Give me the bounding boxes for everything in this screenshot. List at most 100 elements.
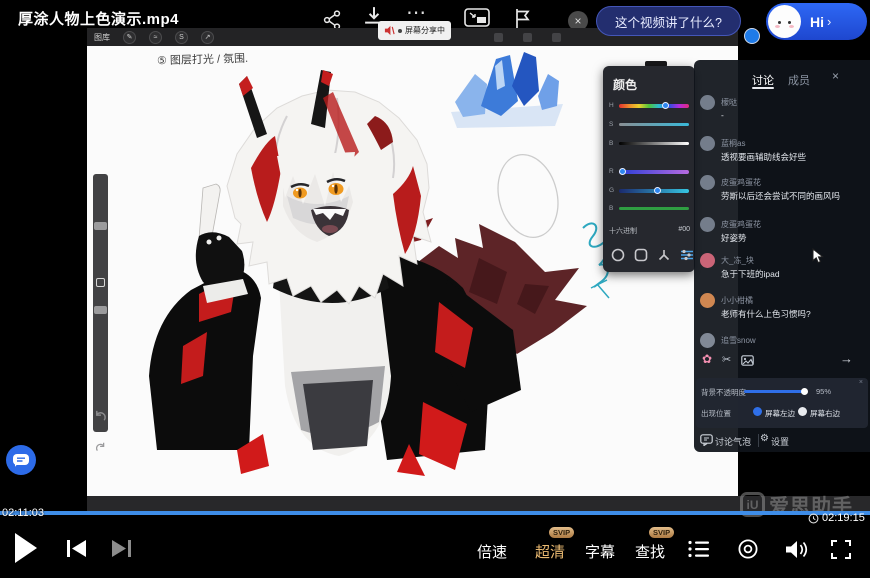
redo-icon[interactable]: [95, 442, 106, 453]
scissors-icon[interactable]: ✂: [722, 353, 731, 366]
opacity-slider-knob[interactable]: [801, 388, 808, 395]
avatar: [700, 293, 715, 308]
chat-close-button[interactable]: ×: [832, 69, 839, 83]
red-knob[interactable]: [619, 168, 626, 175]
assistant-avatar: [768, 5, 801, 38]
active-tab-underline: [752, 87, 774, 89]
modify-button[interactable]: [96, 278, 105, 287]
settings-close-icon[interactable]: ×: [859, 379, 863, 386]
gear-icon[interactable]: ⚙: [760, 433, 769, 444]
procreate-sidebar: [93, 174, 108, 432]
video-title: 厚涂人物上色演示.mp4: [18, 8, 179, 29]
sketch-ellipse: [490, 148, 567, 244]
classic-mode-icon[interactable]: [634, 248, 648, 262]
total-time: 02:19:15: [822, 512, 865, 524]
chat-panel: 讨论 成员 × 檬哒 - 蓝桐as 透视要画辅助线会好些 皮蛋鸡蛋花 劳斯以后还…: [694, 60, 870, 452]
quality-button[interactable]: 超清: [535, 541, 565, 562]
crystal-sketch: [451, 52, 563, 128]
mouse-cursor: [812, 248, 824, 264]
fullscreen-icon[interactable]: [831, 540, 851, 559]
avatar: [700, 95, 715, 110]
emoji-flower-icon[interactable]: ✿: [702, 352, 712, 366]
hue-knob[interactable]: [662, 102, 669, 109]
transform-tool-icon[interactable]: ↗: [201, 31, 214, 44]
assistant-greeting: Hi: [810, 14, 824, 30]
hex-value: #00: [678, 226, 690, 233]
avatar: [700, 136, 715, 151]
brush-size-slider[interactable]: [94, 222, 107, 230]
svip-badge: SVIP: [549, 527, 574, 538]
record-icon[interactable]: [737, 538, 759, 560]
ai-question-bubble[interactable]: 这个视频讲了什么?: [596, 6, 741, 36]
brightness-slider[interactable]: B: [603, 140, 695, 148]
volume-icon[interactable]: [785, 540, 808, 559]
next-button[interactable]: [110, 540, 132, 557]
brush-opacity-slider[interactable]: [94, 306, 107, 314]
handwritten-note: ⑤ 图层打光 / 氛围.: [157, 50, 249, 68]
settings-button[interactable]: 设置: [771, 435, 789, 448]
clock-icon: [808, 513, 819, 524]
saturation-slider[interactable]: S: [603, 121, 695, 129]
color-panel: 颜色 H S B R G B 十六进制 #00: [603, 66, 695, 272]
subtitles-button[interactable]: 字幕: [585, 541, 615, 562]
opacity-slider[interactable]: [744, 390, 808, 393]
speed-button[interactable]: 倍速: [477, 541, 507, 562]
share-icon: [322, 10, 342, 30]
screen-left-label[interactable]: 屏幕左边: [765, 408, 795, 419]
playlist-icon[interactable]: [688, 540, 710, 558]
share-tooltip-label: 屏幕分享中: [405, 25, 445, 36]
color-disc-icon[interactable]: [611, 248, 625, 262]
avatar: [700, 253, 715, 268]
avatar: [700, 217, 715, 232]
ai-question-text: 这个视频讲了什么?: [615, 12, 722, 31]
danmaku-settings-card: × 背景不透明度 95% 出现位置 屏幕左边 屏幕右边: [696, 378, 868, 428]
send-arrow-icon[interactable]: →: [840, 351, 853, 366]
hex-label: 十六进制: [609, 226, 637, 236]
wrench-tool-icon[interactable]: ✎: [123, 31, 136, 44]
chat-actions-row: 讨论气泡 ⚙ 设置: [694, 432, 870, 452]
brush-tool-icon[interactable]: [494, 33, 503, 42]
video-player-screen: 厚涂人物上色演示.mp4 屏幕分享中 ⋯ ×: [0, 0, 870, 578]
find-button[interactable]: 查找: [635, 541, 665, 562]
image-icon[interactable]: [741, 355, 754, 366]
undo-icon[interactable]: [94, 410, 107, 423]
previous-button[interactable]: [66, 540, 88, 557]
right-tool-group: [494, 33, 561, 42]
hue-slider[interactable]: H: [603, 102, 695, 110]
adjust-tool-icon[interactable]: ≈: [149, 31, 162, 44]
pip-icon: [464, 8, 490, 28]
smudge-tool-icon[interactable]: [523, 33, 532, 42]
color-panel-title: 颜色: [613, 76, 637, 93]
radio-screen-left[interactable]: [753, 407, 762, 416]
current-color-swatch[interactable]: [744, 28, 760, 44]
avatar: [700, 333, 715, 348]
select-tool-icon[interactable]: S: [175, 31, 188, 44]
blue-slider[interactable]: B: [603, 205, 695, 213]
progress-bar[interactable]: [0, 511, 870, 515]
chat-bubble-icon: [13, 454, 29, 467]
discussion-bubble-icon[interactable]: [700, 434, 713, 446]
green-knob[interactable]: [654, 187, 661, 194]
total-time-group: 02:19:15: [808, 512, 865, 524]
gallery-button[interactable]: 图库: [94, 32, 110, 43]
assistant-pill[interactable]: Hi ›: [766, 3, 867, 40]
layers-tool-icon[interactable]: [552, 33, 561, 42]
discussion-bubble-button[interactable]: 讨论气泡: [715, 435, 751, 448]
green-slider[interactable]: G: [603, 187, 695, 195]
chat-input-toolbar: ✿ ✂ →: [694, 351, 870, 371]
opacity-label: 背景不透明度: [701, 387, 746, 398]
chevron-right-icon: ›: [827, 14, 831, 29]
screen-right-label[interactable]: 屏幕右边: [810, 408, 840, 419]
tab-discussion[interactable]: 讨论: [752, 72, 774, 88]
current-time: 02:11:03: [2, 507, 44, 519]
avatar: [700, 175, 715, 190]
harmony-mode-icon[interactable]: [657, 248, 671, 262]
opacity-value: 95%: [816, 387, 831, 396]
tab-members[interactable]: 成员: [788, 72, 810, 88]
value-mode-icon[interactable]: [680, 248, 694, 262]
radio-screen-right[interactable]: [798, 407, 807, 416]
color-panel-modes: [603, 248, 695, 262]
chat-fab-button[interactable]: [6, 445, 36, 475]
play-button[interactable]: [14, 533, 38, 563]
red-slider[interactable]: R: [603, 168, 695, 176]
